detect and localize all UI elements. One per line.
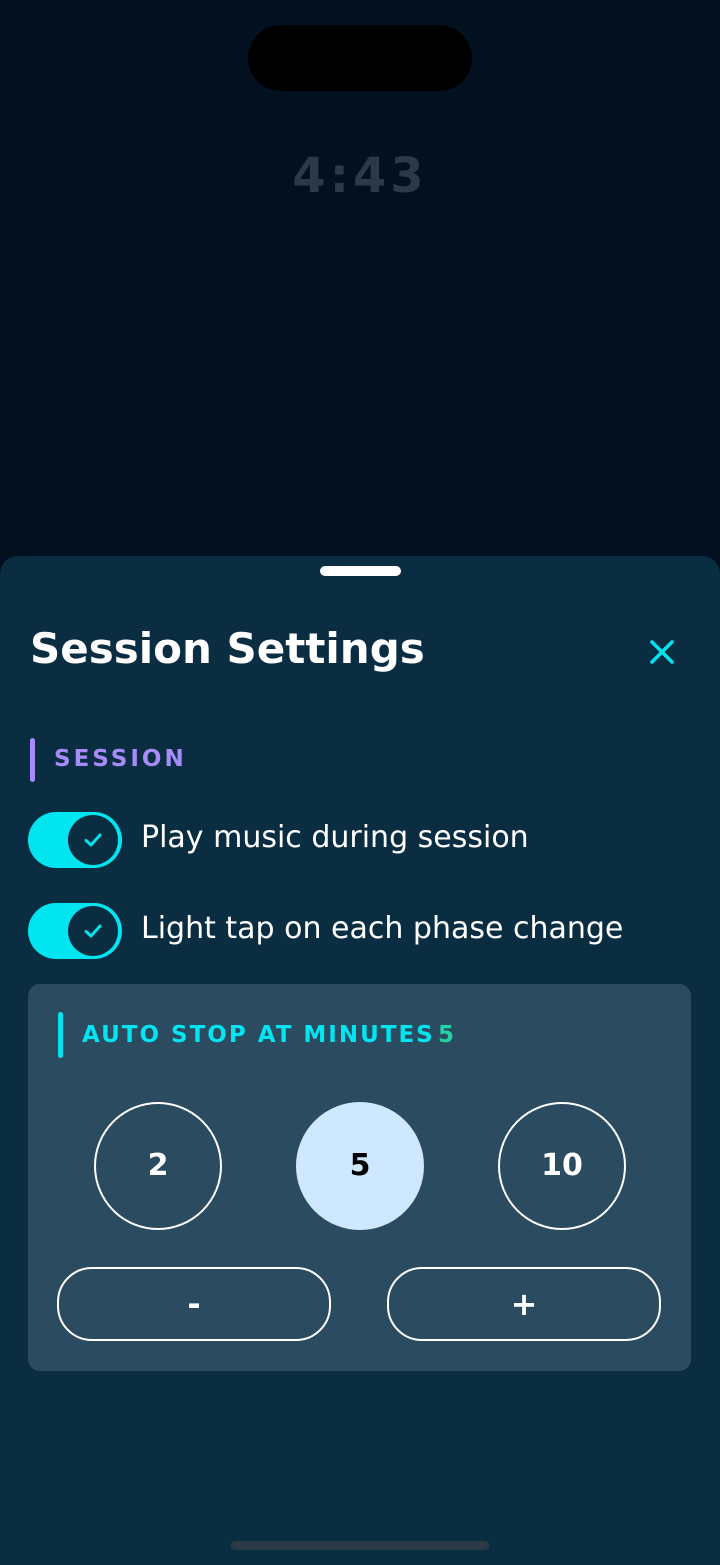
sheet-grabber[interactable] [320,566,401,576]
check-icon [84,833,102,847]
toggle-knob [68,815,118,865]
preset-2-button[interactable]: 2 [94,1102,222,1230]
close-button[interactable] [640,630,684,674]
home-indicator[interactable] [231,1541,489,1550]
session-settings-sheet: Session Settings SESSION Play music duri… [0,556,720,1565]
section-accent-bar [30,738,35,782]
auto-stop-card: AUTO STOP AT MINUTES 5 2 5 10 - + [28,984,691,1371]
increment-button[interactable]: + [387,1267,661,1341]
preset-5-button[interactable]: 5 [296,1102,424,1230]
play-music-toggle[interactable] [28,812,122,868]
section-label: SESSION [54,746,187,772]
sheet-title: Session Settings [30,624,425,673]
check-icon [84,924,102,938]
toggle-row-play-music: Play music during session [28,812,688,868]
dynamic-island [248,25,472,91]
close-icon [650,640,674,664]
auto-stop-label: AUTO STOP AT MINUTES [82,1022,435,1048]
auto-stop-accent-bar [58,1012,63,1058]
session-timer: 4:43 [292,148,428,204]
toggle-knob [68,906,118,956]
preset-10-button[interactable]: 10 [498,1102,626,1230]
toggle-label: Play music during session [141,820,529,855]
auto-stop-value: 5 [438,1022,455,1048]
decrement-button[interactable]: - [57,1267,331,1341]
light-tap-toggle[interactable] [28,903,122,959]
toggle-label: Light tap on each phase change [141,911,624,946]
toggle-row-light-tap: Light tap on each phase change [28,903,688,959]
